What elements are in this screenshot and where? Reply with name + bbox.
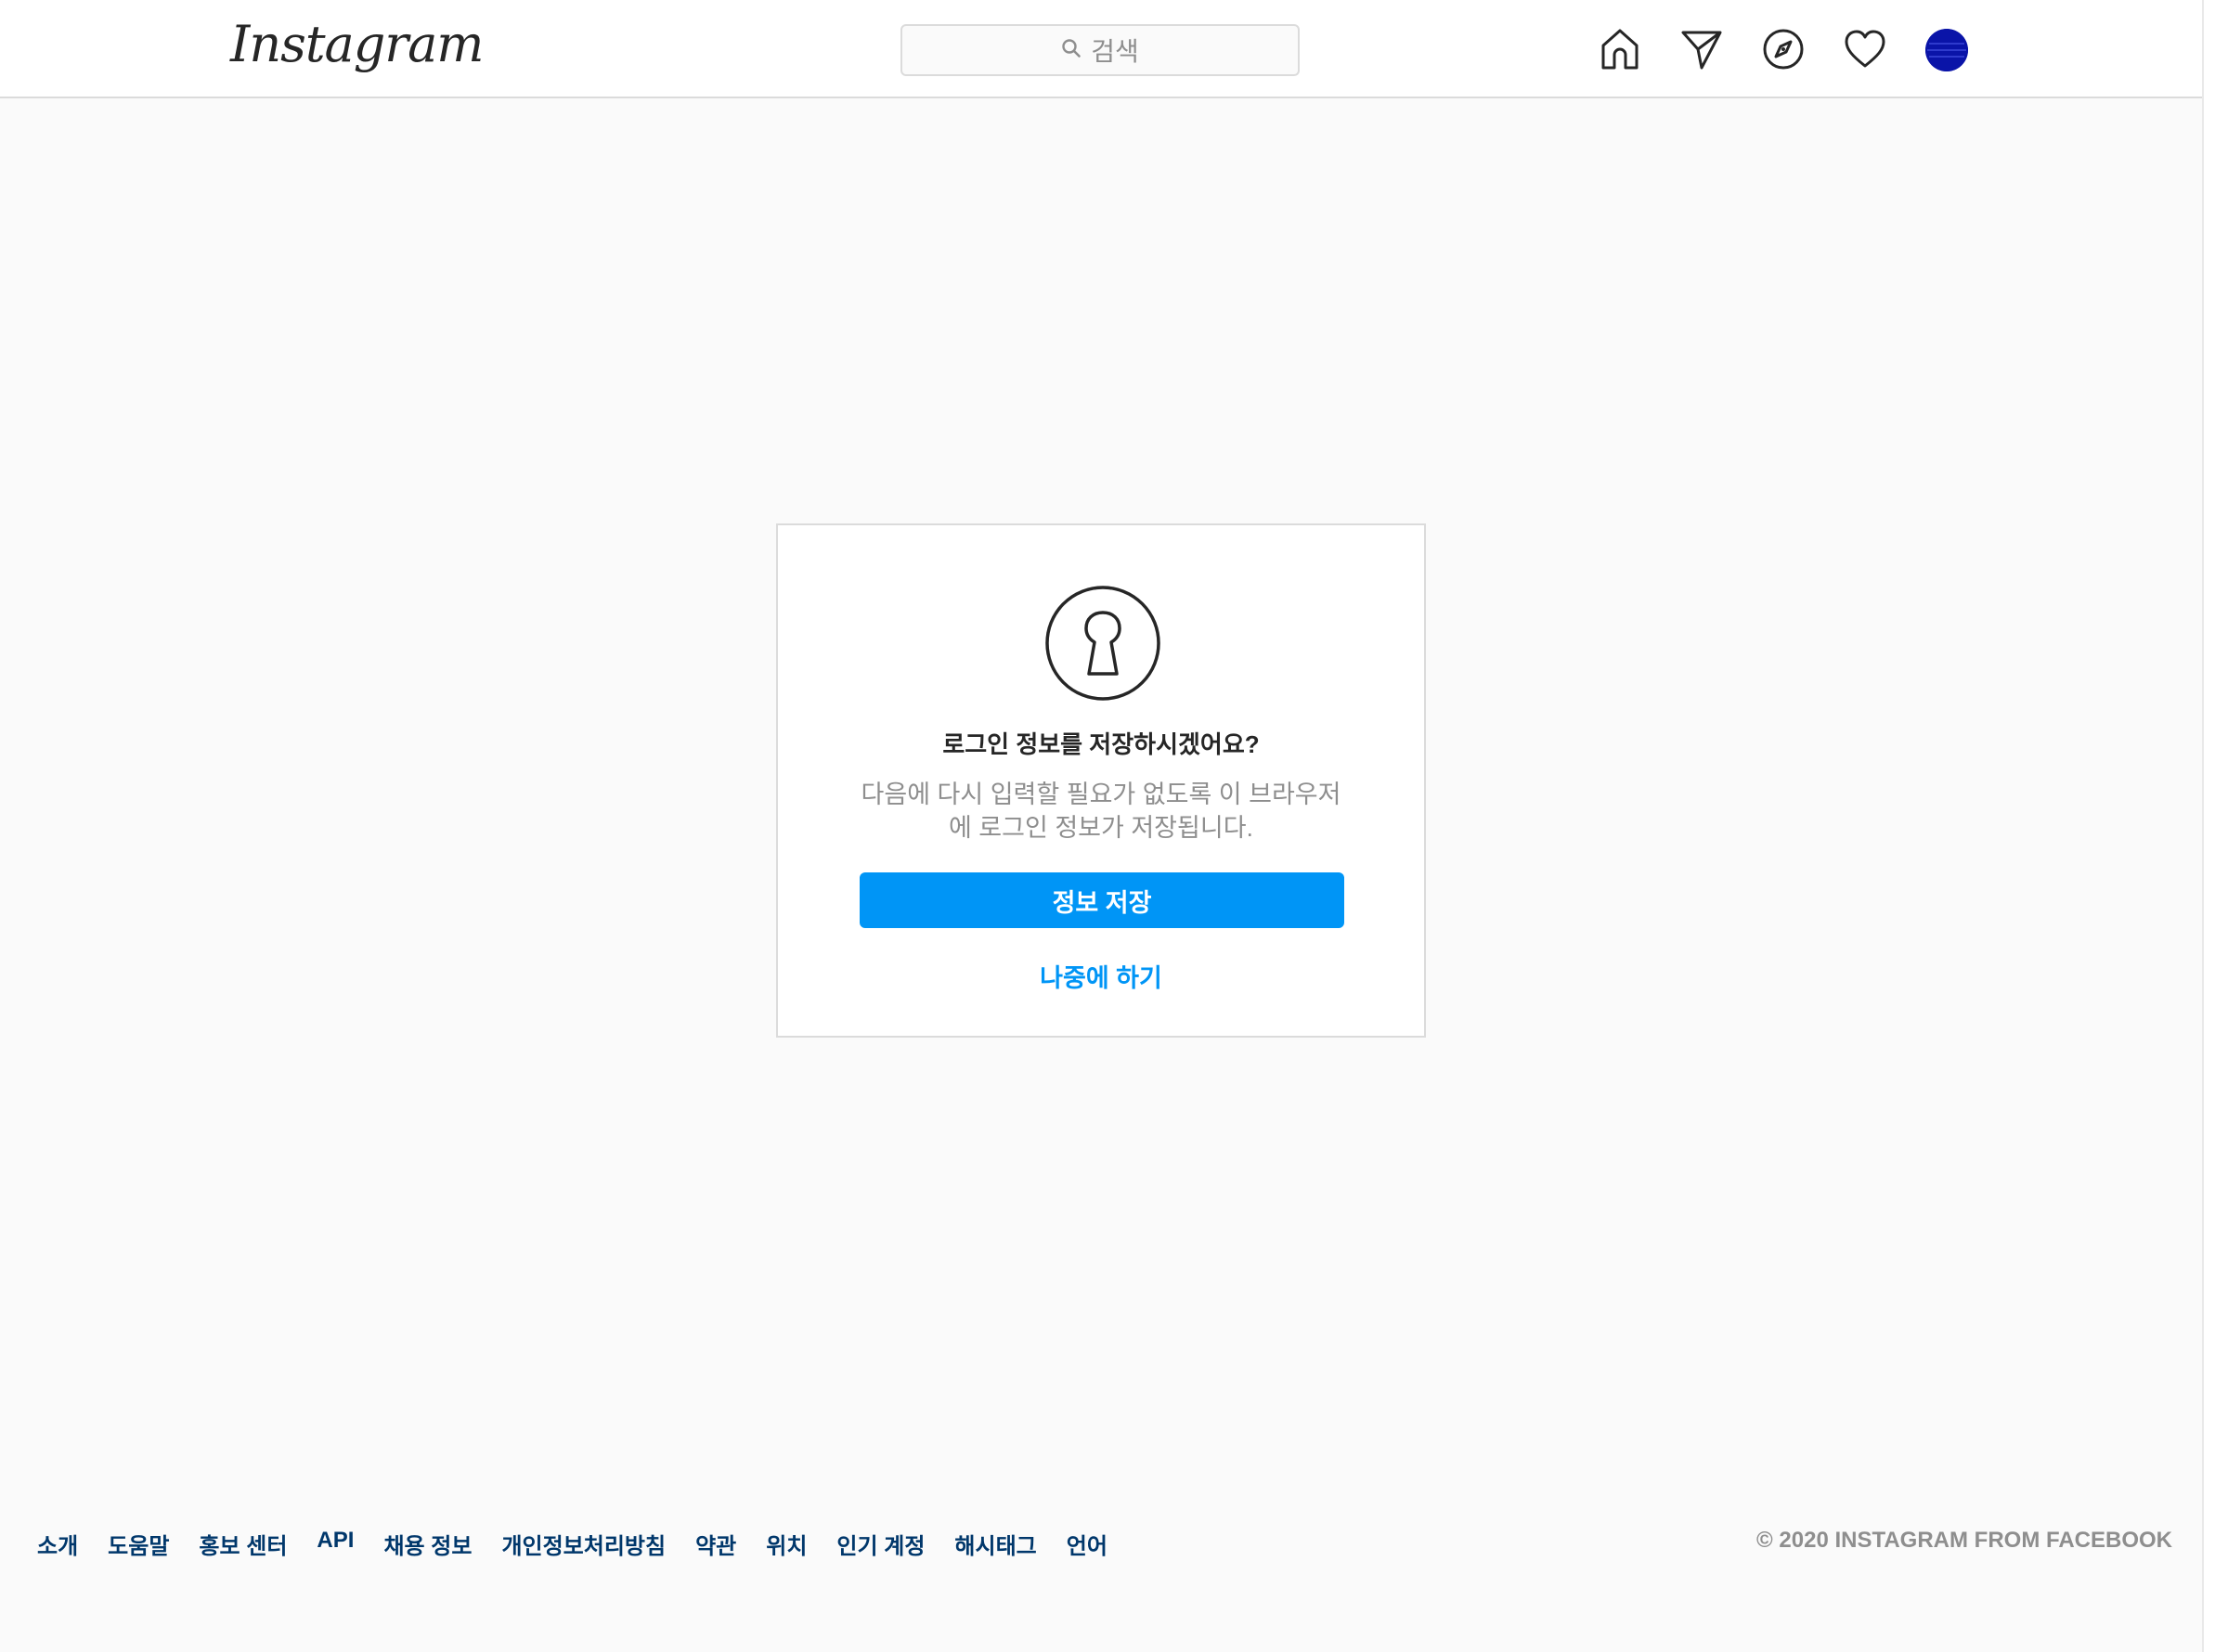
scrollbar-track[interactable] (2202, 0, 2228, 1652)
save-login-info-dialog: 로그인 정보를 저장하시겠어요? 다음에 다시 입력할 필요가 없도록 이 브라… (776, 523, 1426, 1038)
footer-links: 소개 도움말 홍보 센터 API 채용 정보 개인정보처리방침 약관 위치 인기… (37, 1528, 1137, 1560)
page: Instagram 검색 로그인 정보를 저장하시겠어요? 다음에 다시 입력할… (0, 0, 2202, 1652)
top-navigation-bar: Instagram 검색 (0, 0, 2202, 98)
dialog-description: 다음에 다시 입력할 필요가 없도록 이 브라우저에 로그인 정보가 저장됩니다… (861, 781, 1341, 842)
home-icon[interactable] (1597, 26, 1643, 72)
footer-link-api[interactable]: API (317, 1528, 354, 1560)
footer-link-locations[interactable]: 위치 (766, 1528, 807, 1560)
instagram-logo[interactable]: Instagram (230, 15, 484, 73)
footer-link-about[interactable]: 소개 (37, 1528, 78, 1560)
activity-heart-icon[interactable] (1842, 26, 1888, 72)
save-info-button[interactable]: 정보 저장 (860, 872, 1344, 928)
search-icon (1061, 38, 1082, 63)
footer-link-help[interactable]: 도움말 (108, 1528, 169, 1560)
not-now-button[interactable]: 나중에 하기 (778, 958, 1424, 994)
profile-avatar[interactable] (1925, 29, 1968, 71)
footer-link-terms[interactable]: 약관 (695, 1528, 736, 1560)
dialog-title: 로그인 정보를 저장하시겠어요? (942, 730, 1260, 758)
direct-message-icon[interactable] (1678, 26, 1725, 72)
footer-link-language[interactable]: 언어 (1067, 1528, 1108, 1560)
footer: 소개 도움말 홍보 센터 API 채용 정보 개인정보처리방침 약관 위치 인기… (37, 1528, 2172, 1565)
copyright-text: © 2020 INSTAGRAM FROM FACEBOOK (1756, 1528, 2172, 1553)
explore-icon[interactable] (1760, 26, 1807, 72)
search-input[interactable]: 검색 (900, 24, 1300, 76)
keyhole-icon (1044, 585, 1161, 702)
footer-link-jobs[interactable]: 채용 정보 (383, 1528, 472, 1560)
footer-link-privacy[interactable]: 개인정보처리방침 (501, 1528, 666, 1560)
footer-link-hashtags[interactable]: 해시태그 (954, 1528, 1036, 1560)
footer-link-press[interactable]: 홍보 센터 (199, 1528, 287, 1560)
footer-link-top-accounts[interactable]: 인기 계정 (836, 1528, 925, 1560)
search-placeholder: 검색 (1091, 37, 1139, 66)
